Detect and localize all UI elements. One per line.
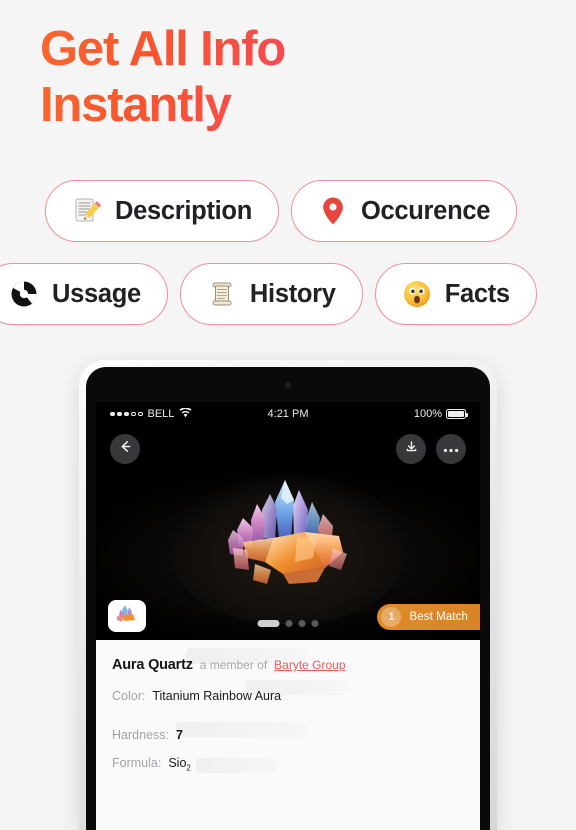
- mineral-title-line: Aura Quartz a member of Baryte Group: [112, 657, 464, 673]
- page-dot[interactable]: [285, 620, 293, 627]
- chip-label: Ussage: [52, 279, 141, 308]
- gallery-thumbnail[interactable]: [108, 600, 146, 632]
- property-value: 7: [175, 728, 183, 742]
- mineral-group-link[interactable]: Baryte Group: [274, 658, 345, 672]
- chip-description[interactable]: Description: [45, 180, 279, 242]
- download-button[interactable]: [396, 434, 426, 464]
- chip-history[interactable]: History: [179, 263, 363, 325]
- more-horizontal-icon: [443, 440, 459, 458]
- chip-label: History: [249, 279, 336, 308]
- property-row-hardness: Hardness: 7: [112, 728, 464, 742]
- page-dot[interactable]: [298, 620, 306, 627]
- more-button[interactable]: [436, 434, 466, 464]
- crystal-illustration: [228, 480, 347, 585]
- property-row-formula: Formula: Sio2: [112, 756, 464, 773]
- gallery-page-dots[interactable]: [257, 620, 319, 627]
- page-dot[interactable]: [311, 620, 319, 627]
- front-camera-icon: [285, 382, 291, 388]
- chip-label: Occurence: [360, 196, 491, 225]
- badge-label: Best Match: [409, 611, 468, 623]
- battery-percent-label: 100%: [413, 408, 442, 420]
- battery-full-icon: [446, 409, 468, 419]
- back-button[interactable]: [110, 434, 140, 464]
- tablet-device-mockup: BELL 4:21 PM 100% 1 Best Match Aura Quar…: [79, 360, 497, 830]
- category-chip-row-primary[interactable]: Description Occurence: [45, 178, 518, 244]
- property-value: Titanium Rainbow Aura: [152, 689, 282, 703]
- wifi-icon: [179, 406, 192, 421]
- property-value: Sio2: [168, 756, 191, 773]
- status-bar-left: BELL: [110, 406, 192, 421]
- chip-label: Facts: [444, 279, 510, 308]
- property-row-color: Color: Titanium Rainbow Aura: [112, 689, 464, 703]
- scroll-icon: [207, 279, 237, 309]
- memo-pencil-icon: [72, 196, 102, 226]
- chip-label: Description: [115, 196, 252, 225]
- download-icon: [404, 439, 419, 459]
- member-of-label: a member of: [199, 658, 268, 672]
- property-key: Hardness:: [112, 728, 169, 742]
- category-chip-row-secondary[interactable]: Ussage History Facts: [0, 261, 537, 327]
- badge-rank: 1: [381, 607, 402, 627]
- page-dot-active[interactable]: [257, 620, 280, 627]
- best-match-badge: 1 Best Match: [377, 604, 480, 630]
- pie-chart-icon: [9, 279, 39, 309]
- mineral-name: Aura Quartz: [112, 657, 193, 673]
- page-title: Get All Info Instantly: [40, 22, 540, 134]
- app-nav-bar: [96, 426, 480, 472]
- formula-subscript: 2: [186, 763, 191, 773]
- chip-ussage[interactable]: Ussage: [0, 263, 168, 325]
- status-bar-right: 100%: [413, 408, 468, 420]
- crystal-thumbnail-icon: [115, 604, 139, 629]
- chip-facts[interactable]: Facts: [374, 263, 537, 325]
- status-bar: BELL 4:21 PM 100%: [96, 402, 480, 426]
- signal-strength-icon: [110, 411, 143, 417]
- arrow-left-icon: [118, 439, 133, 459]
- nav-actions: [396, 434, 466, 464]
- app-viewport: BELL 4:21 PM 100% 1 Best Match Aura Quar…: [96, 402, 480, 830]
- mineral-info-card: Aura Quartz a member of Baryte Group Col…: [96, 640, 480, 830]
- chip-occurence[interactable]: Occurence: [290, 180, 518, 242]
- location-pin-icon: [318, 196, 348, 226]
- property-key: Color:: [112, 689, 146, 703]
- carrier-label: BELL: [147, 408, 175, 420]
- astonished-face-icon: [402, 279, 432, 309]
- tablet-screen: BELL 4:21 PM 100% 1 Best Match Aura Quar…: [86, 367, 490, 830]
